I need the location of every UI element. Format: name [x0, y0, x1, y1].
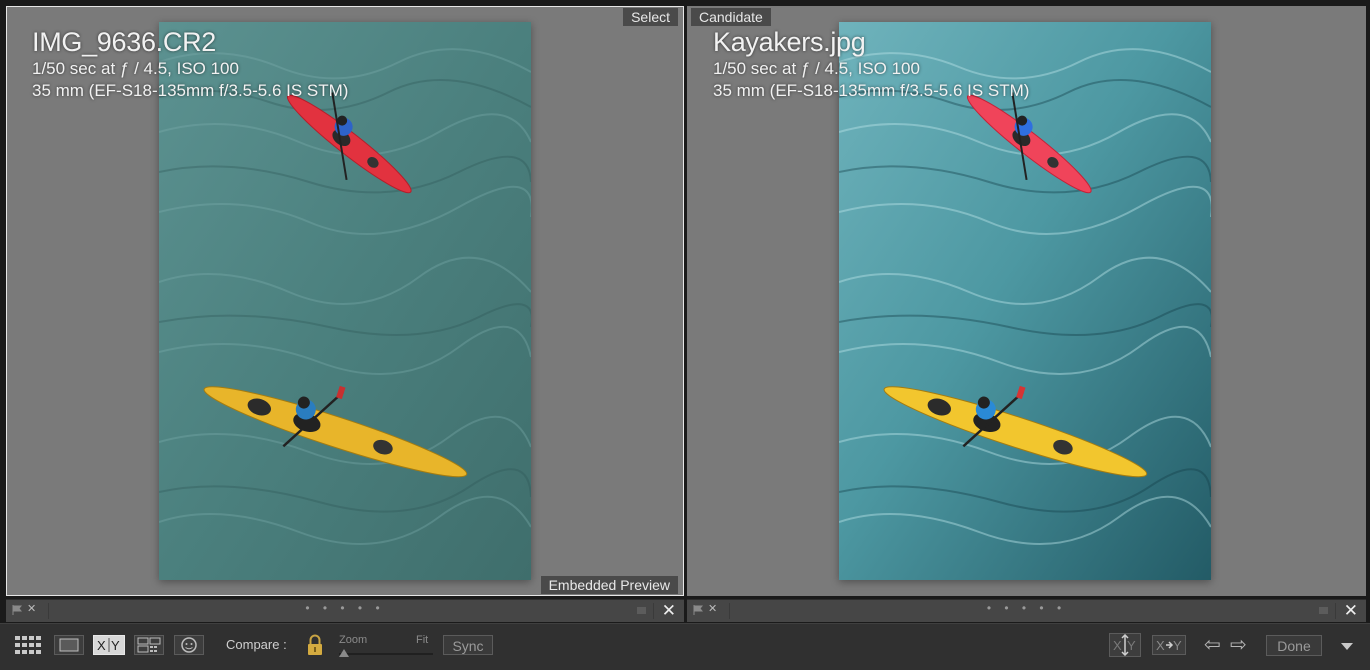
select-photo-image — [159, 22, 531, 580]
candidate-photo[interactable] — [839, 22, 1211, 580]
sync-button[interactable]: Sync — [443, 635, 493, 655]
color-label-swatch[interactable] — [1319, 607, 1328, 614]
candidate-lens: 35 mm (EF-S18-135mm f/3.5-5.6 IS STM) — [713, 81, 1030, 100]
svg-text:Y: Y — [111, 638, 120, 653]
svg-text:X: X — [1113, 638, 1122, 653]
select-flag-strip: ✕ • • • • • ✕ — [6, 599, 684, 622]
close-candidate-button[interactable]: ✕ — [1344, 600, 1358, 622]
lock-icon[interactable] — [306, 633, 324, 657]
next-photo-arrow[interactable]: ⇨ — [1230, 634, 1247, 656]
rating-stars[interactable]: • • • • • — [6, 601, 684, 615]
close-select-button[interactable]: ✕ — [662, 600, 676, 622]
svg-text:Y: Y — [1127, 638, 1136, 653]
swap-icon: X Y — [1113, 634, 1136, 656]
rating-stars[interactable]: • • • • • — [687, 601, 1366, 615]
compare-view-icon: X Y — [97, 638, 120, 653]
strip-divider — [1335, 603, 1336, 619]
svg-text:Y: Y — [1173, 638, 1182, 653]
make-select-button[interactable]: X Y — [1152, 635, 1186, 655]
bottom-toolbar: X Y Compare : Zoom Fit Sync X Y X Y ⇦ ⇨ … — [0, 623, 1370, 670]
candidate-photo-image — [839, 22, 1211, 580]
fit-label: Fit — [416, 634, 429, 646]
zoom-label: Zoom — [339, 634, 368, 646]
people-view-icon — [181, 637, 197, 653]
done-button[interactable]: Done — [1266, 635, 1322, 656]
swap-button[interactable]: X Y — [1109, 633, 1141, 657]
grid-view-button[interactable] — [14, 635, 44, 655]
make-select-icon: X Y — [1156, 638, 1182, 653]
zoom-slider-thumb[interactable] — [338, 649, 349, 657]
grid-view-icon — [15, 636, 41, 654]
candidate-flag-strip: ✕ • • • • • ✕ — [687, 599, 1366, 622]
strip-divider — [653, 603, 654, 619]
select-lens: 35 mm (EF-S18-135mm f/3.5-5.6 IS STM) — [32, 81, 349, 100]
candidate-photo-info: Kayakers.jpg 1/50 sec at ƒ / 4.5, ISO 10… — [713, 26, 1029, 102]
survey-view-icon — [137, 637, 161, 653]
color-label-swatch[interactable] — [637, 607, 646, 614]
loupe-view-button[interactable] — [54, 635, 84, 655]
candidate-exposure: 1/50 sec at ƒ / 4.5, ISO 100 — [713, 59, 920, 78]
select-exposure: 1/50 sec at ƒ / 4.5, ISO 100 — [32, 59, 239, 78]
svg-text:X: X — [1156, 638, 1165, 653]
candidate-label: Candidate — [691, 8, 771, 26]
loupe-view-icon — [59, 638, 79, 652]
select-photo[interactable] — [159, 22, 531, 580]
select-pane[interactable]: IMG_9636.CR2 1/50 sec at ƒ / 4.5, ISO 10… — [6, 6, 684, 596]
zoom-slider-track[interactable] — [339, 653, 433, 655]
dropdown-caret-icon[interactable] — [1341, 643, 1353, 650]
compare-label: Compare : — [226, 637, 287, 652]
select-label: Select — [623, 8, 678, 26]
embedded-preview-badge: Embedded Preview — [540, 576, 678, 594]
select-filename: IMG_9636.CR2 — [32, 27, 216, 57]
survey-view-button[interactable] — [134, 635, 164, 655]
select-photo-info: IMG_9636.CR2 1/50 sec at ƒ / 4.5, ISO 10… — [32, 26, 348, 102]
compare-view-button[interactable]: X Y — [93, 635, 125, 655]
candidate-pane[interactable]: Kayakers.jpg 1/50 sec at ƒ / 4.5, ISO 10… — [687, 6, 1366, 596]
svg-text:X: X — [97, 638, 106, 653]
candidate-filename: Kayakers.jpg — [713, 27, 866, 57]
previous-photo-arrow[interactable]: ⇦ — [1204, 634, 1221, 656]
people-view-button[interactable] — [174, 635, 204, 655]
